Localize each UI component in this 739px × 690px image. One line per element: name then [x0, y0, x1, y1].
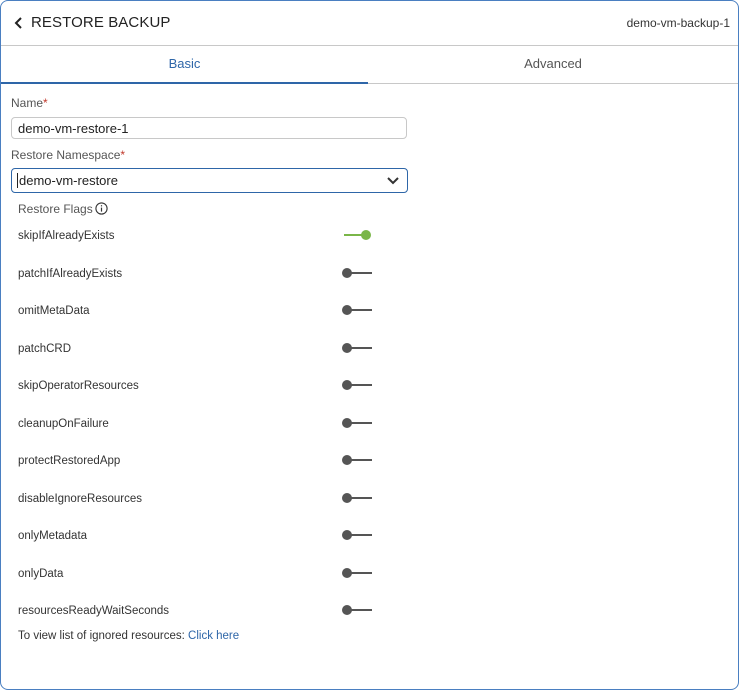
- namespace-value: demo-vm-restore: [17, 173, 118, 188]
- flag-toggle[interactable]: [342, 417, 372, 429]
- flag-toggle[interactable]: [342, 567, 372, 579]
- info-icon[interactable]: [95, 202, 108, 215]
- flag-label: patchIfAlreadyExists: [18, 267, 123, 280]
- toggle-knob: [342, 567, 352, 578]
- tab-bar: Basic Advanced: [1, 46, 738, 84]
- toggle-knob: [342, 530, 352, 540]
- toggle-knob: [342, 267, 352, 278]
- flag-label: protectRestoredApp: [18, 455, 121, 467]
- flag-toggle[interactable]: [342, 604, 372, 616]
- toggle-knob: [361, 230, 371, 240]
- name-label: Name*: [11, 96, 48, 110]
- name-input[interactable]: [11, 117, 407, 139]
- toggle-knob: [342, 342, 352, 353]
- flag-toggle[interactable]: [342, 304, 372, 316]
- required-mark: *: [120, 148, 126, 162]
- namespace-label: Restore Namespace*: [11, 148, 126, 162]
- flag-label: onlyMetadata: [18, 530, 88, 542]
- tab-advanced[interactable]: Advanced: [368, 46, 738, 83]
- flag-toggle[interactable]: [342, 342, 372, 354]
- panel-header: RESTORE BACKUP demo-vm-backup-1: [1, 1, 738, 46]
- flag-label: onlyData: [18, 567, 64, 580]
- backup-name: demo-vm-backup-1: [626, 16, 730, 30]
- restore-backup-panel: RESTORE BACKUP demo-vm-backup-1 Basic Ad…: [0, 0, 739, 690]
- flag-label: skipOperatorResources: [18, 380, 139, 392]
- toggle-knob: [342, 492, 352, 503]
- flag-label: skipIfAlreadyExists: [18, 230, 115, 242]
- toggle-knob: [342, 305, 352, 315]
- flag-toggle[interactable]: [342, 267, 372, 279]
- toggle-knob: [342, 380, 352, 390]
- flag-toggle[interactable]: [342, 529, 372, 541]
- flag-toggle[interactable]: [342, 492, 372, 504]
- flag-toggle[interactable]: [342, 229, 372, 241]
- click-here-link[interactable]: Click here: [188, 630, 239, 642]
- chevron-left-icon[interactable]: [11, 15, 27, 31]
- flag-toggle[interactable]: [342, 379, 372, 391]
- flag-toggle[interactable]: [342, 454, 372, 466]
- toggle-knob: [342, 605, 352, 615]
- page-title: RESTORE BACKUP: [31, 14, 171, 31]
- chevron-down-icon: [387, 177, 399, 185]
- namespace-select[interactable]: demo-vm-restore: [11, 168, 408, 193]
- required-mark: *: [43, 96, 48, 110]
- flag-label: disableIgnoreResources: [18, 492, 143, 505]
- flag-label: resourcesReadyWaitSeconds: [18, 605, 170, 617]
- toggle-knob: [342, 455, 352, 465]
- toggle-knob: [342, 417, 352, 428]
- flag-label: patchCRD: [18, 342, 72, 355]
- ignored-resources-note: To view list of ignored resources: Click…: [18, 630, 240, 642]
- restore-flags-title: Restore Flags: [18, 202, 93, 216]
- flag-label: omitMetaData: [18, 305, 90, 317]
- tab-basic[interactable]: Basic: [1, 46, 368, 84]
- flag-label: cleanupOnFailure: [18, 417, 109, 430]
